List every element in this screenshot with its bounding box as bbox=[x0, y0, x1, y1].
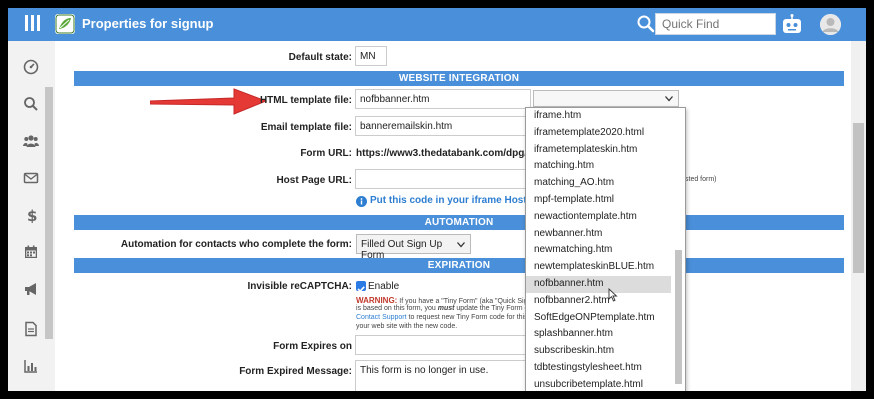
dropdown-scroll-thumb[interactable] bbox=[675, 250, 682, 384]
dropdown-option[interactable]: subscribeskin.htm bbox=[526, 343, 671, 360]
assistant-bot-icon[interactable] bbox=[781, 13, 803, 35]
form-url-label: Form URL: bbox=[300, 148, 352, 159]
warning-line-4: your web site with the new code. bbox=[356, 323, 458, 330]
warning-text-2a: is based on this form, you bbox=[356, 305, 438, 312]
html-template-select[interactable] bbox=[533, 90, 679, 107]
page-scrollbar[interactable] bbox=[851, 41, 866, 391]
automation-label: Automation for contacts who complete the… bbox=[120, 239, 352, 250]
html-template-field[interactable]: nofbbanner.htm bbox=[355, 89, 531, 109]
host-page-label: Host Page URL: bbox=[276, 175, 352, 186]
section-automation: AUTOMATION bbox=[74, 215, 844, 230]
document-icon[interactable] bbox=[23, 321, 39, 337]
main-content: Default state: MN WEBSITE INTEGRATION HT… bbox=[55, 41, 851, 391]
email-template-field[interactable]: banneremailskin.htm bbox=[355, 116, 531, 136]
avatar[interactable] bbox=[820, 14, 841, 35]
contact-support-link[interactable]: Contact Support bbox=[356, 314, 407, 321]
default-state-field[interactable]: MN bbox=[355, 46, 387, 66]
form-url-value[interactable]: https://www3.thedatabank.com/dpg/458/d bbox=[356, 148, 526, 159]
host-page-url-input[interactable] bbox=[355, 169, 531, 189]
page-title: Properties for signup bbox=[82, 16, 214, 31]
warning-label: WARNING: bbox=[356, 296, 398, 305]
html-template-dropdown-list[interactable]: iframe.htm iframetemplate2020.html iframet… bbox=[525, 107, 686, 391]
calendar-icon[interactable] bbox=[23, 244, 39, 260]
host-page-note: sted form) bbox=[685, 176, 717, 183]
quick-find-input[interactable] bbox=[655, 13, 776, 35]
chevron-down-icon bbox=[665, 96, 673, 102]
form-expired-message-label: Form Expired Message: bbox=[239, 366, 352, 377]
dropdown-option[interactable]: tdbtestingstylesheet.htm bbox=[526, 360, 671, 377]
dashboard-icon[interactable] bbox=[23, 59, 39, 75]
dropdown-option[interactable]: iframe.htm bbox=[526, 108, 671, 125]
dropdown-option[interactable]: newbanner.htm bbox=[526, 226, 671, 243]
menu-icon[interactable] bbox=[25, 15, 41, 33]
dropdown-option[interactable]: unsubcribetemplate.html bbox=[526, 377, 671, 391]
mail-icon[interactable] bbox=[23, 170, 39, 186]
dropdown-option[interactable]: newtemplateskinBLUE.htm bbox=[526, 259, 671, 276]
info-icon bbox=[356, 194, 367, 207]
dropdown-option[interactable]: iframetemplate2020.html bbox=[526, 125, 671, 142]
people-icon[interactable] bbox=[23, 133, 39, 149]
dropdown-option[interactable]: matching.htm bbox=[526, 158, 671, 175]
sidebar: $ bbox=[8, 41, 55, 391]
dropdown-option[interactable]: nofbbanner2.htm bbox=[526, 293, 671, 310]
app-logo bbox=[55, 14, 75, 34]
top-bar: Properties for signup bbox=[8, 8, 866, 41]
search-icon[interactable] bbox=[23, 96, 39, 112]
chevron-down-icon bbox=[457, 242, 465, 248]
recaptcha-label: Invisible reCAPTCHA: bbox=[247, 281, 352, 292]
chart-icon[interactable] bbox=[23, 358, 39, 374]
default-state-label: Default state: bbox=[288, 52, 352, 63]
section-expiration: EXPIRATION bbox=[74, 258, 844, 273]
warning-text-3: to request new Tiny Form code for this bbox=[406, 314, 528, 321]
form-expires-label: Form Expires on bbox=[273, 341, 352, 352]
dropdown-option[interactable]: newmatching.htm bbox=[526, 242, 671, 259]
megaphone-icon[interactable] bbox=[23, 281, 39, 297]
html-template-label: HTML template file: bbox=[259, 95, 352, 106]
warning-line-3: Contact Support to request new Tiny Form… bbox=[356, 314, 528, 321]
dropdown-scrollbar[interactable] bbox=[674, 110, 683, 391]
dropdown-option[interactable]: nofbbanner.htm bbox=[526, 276, 671, 293]
warning-line-2: is based on this form, you must update t… bbox=[356, 305, 540, 312]
dropdown-option[interactable]: splashbanner.htm bbox=[526, 326, 671, 343]
warning-text-1: If you have a "Tiny Form" (aka "Quick Si… bbox=[399, 298, 528, 305]
dropdown-option[interactable]: iframetemplateskin.htm bbox=[526, 142, 671, 159]
form-expired-message-textarea[interactable]: This form is no longer in use. bbox=[355, 360, 531, 391]
dollar-icon[interactable]: $ bbox=[23, 207, 39, 225]
red-arrow-annotation bbox=[150, 88, 268, 115]
dropdown-option[interactable]: matching_AO.htm bbox=[526, 175, 671, 192]
checkbox-checked-icon[interactable] bbox=[356, 281, 366, 293]
svg-text:$: $ bbox=[27, 207, 37, 223]
form-expires-input[interactable] bbox=[355, 335, 531, 355]
app-window: Properties for signup Quick Find $ Defau… bbox=[8, 8, 866, 391]
automation-select[interactable]: Filled Out Sign Up Form bbox=[356, 234, 471, 261]
search-icon[interactable] bbox=[636, 14, 656, 34]
dropdown-option[interactable]: newactiontemplate.htm bbox=[526, 209, 671, 226]
sidebar-scrollbar[interactable] bbox=[45, 87, 53, 339]
warning-line-1: WARNING: If you have a "Tiny Form" (aka … bbox=[356, 296, 527, 305]
dropdown-option[interactable]: mpf-template.html bbox=[526, 192, 671, 209]
email-template-label: Email template file: bbox=[260, 122, 352, 133]
recaptcha-enable-label: Enable bbox=[368, 281, 400, 292]
mouse-cursor-icon bbox=[608, 288, 618, 302]
page-scroll-thumb[interactable] bbox=[853, 123, 864, 273]
warning-text-2b: must bbox=[437, 305, 455, 312]
dropdown-option[interactable]: SoftEdgeONPtemplate.htm bbox=[526, 310, 671, 327]
